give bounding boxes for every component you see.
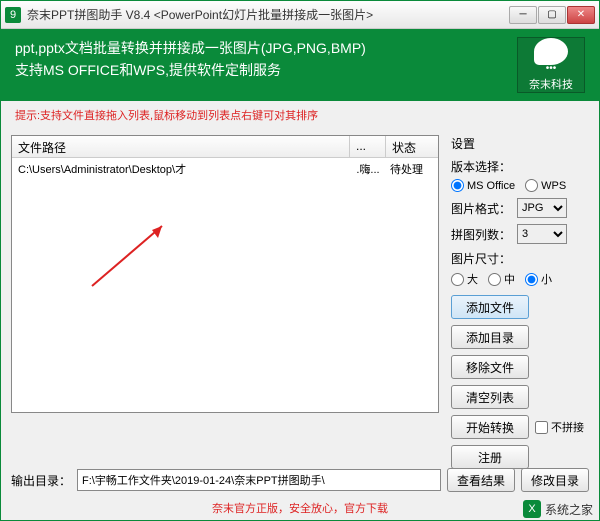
app-window: 9 奈末PPT拼图助手 V8.4 <PowerPoint幻灯片批量拼接成一张图片… <box>0 0 600 521</box>
modify-dir-button[interactable]: 修改目录 <box>521 468 589 492</box>
window-controls: ─ ▢ ✕ <box>509 6 595 24</box>
logo-text: 奈末科技 <box>529 76 573 92</box>
outdir-label: 输出目录： <box>11 472 71 489</box>
radio-msoffice-input[interactable] <box>451 179 464 192</box>
watermark-icon: X <box>523 500 541 518</box>
clear-list-button[interactable]: 清空列表 <box>451 385 529 409</box>
view-result-button[interactable]: 查看结果 <box>447 468 515 492</box>
format-label: 图片格式： <box>451 200 511 217</box>
col-path[interactable]: 文件路径 <box>12 136 350 157</box>
radio-large[interactable]: 大 <box>451 271 478 287</box>
no-pinch-checkbox[interactable]: 不拼接 <box>535 419 584 435</box>
version-label: 版本选择： <box>451 158 589 175</box>
button-column: 添加文件 添加目录 移除文件 清空列表 开始转换 不拼接 注册 <box>451 295 589 469</box>
left-panel: 文件路径 ... 状态 C:\Users\Administrator\Deskt… <box>11 135 439 447</box>
header-banner: ppt,pptx文档批量转换并拼接成一张图片(JPG,PNG,BMP) 支持MS… <box>1 29 599 101</box>
radio-mid[interactable]: 中 <box>488 271 515 287</box>
size-group: 大 中 小 <box>451 271 589 287</box>
radio-small[interactable]: 小 <box>525 271 552 287</box>
cell-path: C:\Users\Administrator\Desktop\才 <box>12 158 350 178</box>
footer-text: 奈末官方正版，安全放心，官方下载 <box>1 500 599 516</box>
cols-field: 拼图列数： 3 <box>451 224 589 244</box>
cell-mid: .嗨... <box>350 158 386 178</box>
minimize-button[interactable]: ─ <box>509 6 537 24</box>
arrow-annotation-icon <box>82 216 182 296</box>
settings-panel: 设置 版本选择： MS Office WPS 图片格式： JPG 拼图列数： 3… <box>439 135 589 447</box>
add-file-button[interactable]: 添加文件 <box>451 295 529 319</box>
app-icon: 9 <box>5 7 21 23</box>
format-select[interactable]: JPG <box>517 198 567 218</box>
size-label: 图片尺寸： <box>451 250 589 267</box>
radio-msoffice[interactable]: MS Office <box>451 179 515 192</box>
titlebar-title: 奈末PPT拼图助手 V8.4 <PowerPoint幻灯片批量拼接成一张图片> <box>27 6 509 23</box>
radio-wps[interactable]: WPS <box>525 179 566 192</box>
output-dir-row: 输出目录： 查看结果 修改目录 <box>11 468 589 492</box>
start-convert-button[interactable]: 开始转换 <box>451 415 529 439</box>
format-field: 图片格式： JPG <box>451 198 589 218</box>
logo-nine-icon <box>534 38 568 65</box>
cols-label: 拼图列数： <box>451 226 511 243</box>
cols-select[interactable]: 3 <box>517 224 567 244</box>
tip-bar: 提示:支持文件直接拖入列表,鼠标移动到列表点右键可对其排序 <box>1 101 599 129</box>
settings-title: 设置 <box>451 135 589 152</box>
table-row[interactable]: C:\Users\Administrator\Desktop\才 .嗨... 待… <box>12 158 438 178</box>
version-group: MS Office WPS <box>451 179 589 192</box>
header-line2: 支持MS OFFICE和WPS,提供软件定制服务 <box>15 59 517 81</box>
add-dir-button[interactable]: 添加目录 <box>451 325 529 349</box>
col-mid[interactable]: ... <box>350 136 386 157</box>
watermark: X 系统之家 <box>523 500 593 518</box>
table-header: 文件路径 ... 状态 <box>12 136 438 158</box>
logo-box: ••• 奈末科技 <box>517 37 585 93</box>
cell-status: 待处理 <box>386 158 438 178</box>
close-button[interactable]: ✕ <box>567 6 595 24</box>
watermark-text: 系统之家 <box>545 501 593 518</box>
register-button[interactable]: 注册 <box>451 445 529 469</box>
header-line1: ppt,pptx文档批量转换并拼接成一张图片(JPG,PNG,BMP) <box>15 37 517 59</box>
header-text: ppt,pptx文档批量转换并拼接成一张图片(JPG,PNG,BMP) 支持MS… <box>15 37 517 93</box>
outdir-input[interactable] <box>77 469 441 491</box>
col-status[interactable]: 状态 <box>386 136 438 157</box>
remove-file-button[interactable]: 移除文件 <box>451 355 529 379</box>
maximize-button[interactable]: ▢ <box>538 6 566 24</box>
file-table[interactable]: 文件路径 ... 状态 C:\Users\Administrator\Deskt… <box>11 135 439 413</box>
main-area: 文件路径 ... 状态 C:\Users\Administrator\Deskt… <box>1 129 599 447</box>
titlebar: 9 奈末PPT拼图助手 V8.4 <PowerPoint幻灯片批量拼接成一张图片… <box>1 1 599 29</box>
radio-wps-input[interactable] <box>525 179 538 192</box>
